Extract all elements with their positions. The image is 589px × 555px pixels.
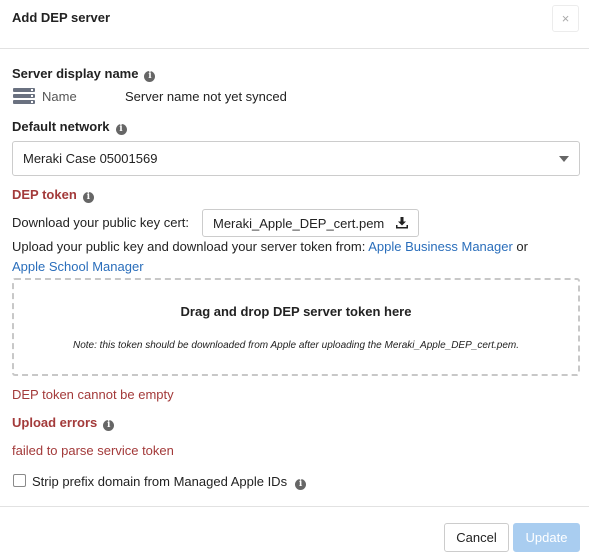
upload-text: Upload your public key and download your… xyxy=(12,239,366,254)
dep-token-label: DEP token xyxy=(12,187,77,202)
dropzone-title: Drag and drop DEP server token here xyxy=(180,304,412,319)
default-network-heading: Default network i xyxy=(12,119,127,135)
dialog-footer: Cancel Update xyxy=(0,506,589,555)
dialog-title: Add DEP server xyxy=(12,10,111,25)
apple-school-manager-link[interactable]: Apple School Manager xyxy=(12,259,144,274)
dep-token-error: DEP token cannot be empty xyxy=(12,387,174,402)
server-display-name-label: Server display name xyxy=(12,66,139,81)
info-icon[interactable]: i xyxy=(82,192,94,203)
close-icon: × xyxy=(561,11,570,26)
upload-errors-label: Upload errors xyxy=(12,415,98,430)
server-name-value: Server name not yet synced xyxy=(125,89,287,104)
default-network-select[interactable]: Meraki Case 05001569 xyxy=(12,141,580,176)
info-icon[interactable]: i xyxy=(144,71,156,82)
default-network-label: Default network xyxy=(12,119,110,134)
dropzone-note: Note: this token should be downloaded fr… xyxy=(72,340,519,351)
cert-filename: Meraki_Apple_DEP_cert.pem xyxy=(213,216,385,231)
apple-business-manager-link[interactable]: Apple Business Manager xyxy=(368,239,513,254)
add-dep-server-dialog: Add DEP server × Server display name i Na… xyxy=(0,0,589,555)
close-button[interactable]: × xyxy=(552,5,579,32)
info-icon[interactable]: i xyxy=(115,124,127,135)
download-icon xyxy=(396,217,408,229)
info-icon[interactable]: i xyxy=(103,420,115,431)
strip-prefix-checkbox[interactable] xyxy=(13,474,26,487)
server-display-name-heading: Server display name i xyxy=(12,66,156,82)
chevron-down-icon xyxy=(559,156,569,162)
dialog-header: Add DEP server × xyxy=(0,0,589,49)
default-network-value: Meraki Case 05001569 xyxy=(23,151,158,166)
token-dropzone[interactable]: Drag and drop DEP server token here Note… xyxy=(12,278,580,376)
server-icon xyxy=(13,88,35,105)
upload-instructions: Upload your public key and download your… xyxy=(12,239,528,254)
name-field-label: Name xyxy=(42,89,77,104)
info-icon[interactable]: i xyxy=(295,479,307,490)
download-cert-button[interactable]: Meraki_Apple_DEP_cert.pem xyxy=(202,209,419,237)
cancel-button[interactable]: Cancel xyxy=(444,523,509,552)
download-cert-text: Download your public key cert: xyxy=(12,215,190,230)
strip-prefix-label[interactable]: Strip prefix domain from Managed Apple I… xyxy=(32,474,307,490)
upload-instructions-line2: Apple School Manager xyxy=(12,259,144,274)
or-text: or xyxy=(516,239,528,254)
server-name-row: Name Server name not yet synced xyxy=(13,87,573,107)
dep-token-heading: DEP token i xyxy=(12,187,94,203)
upload-errors-heading: Upload errors i xyxy=(12,415,115,431)
update-button[interactable]: Update xyxy=(513,523,580,552)
upload-error-message: failed to parse service token xyxy=(12,443,174,458)
